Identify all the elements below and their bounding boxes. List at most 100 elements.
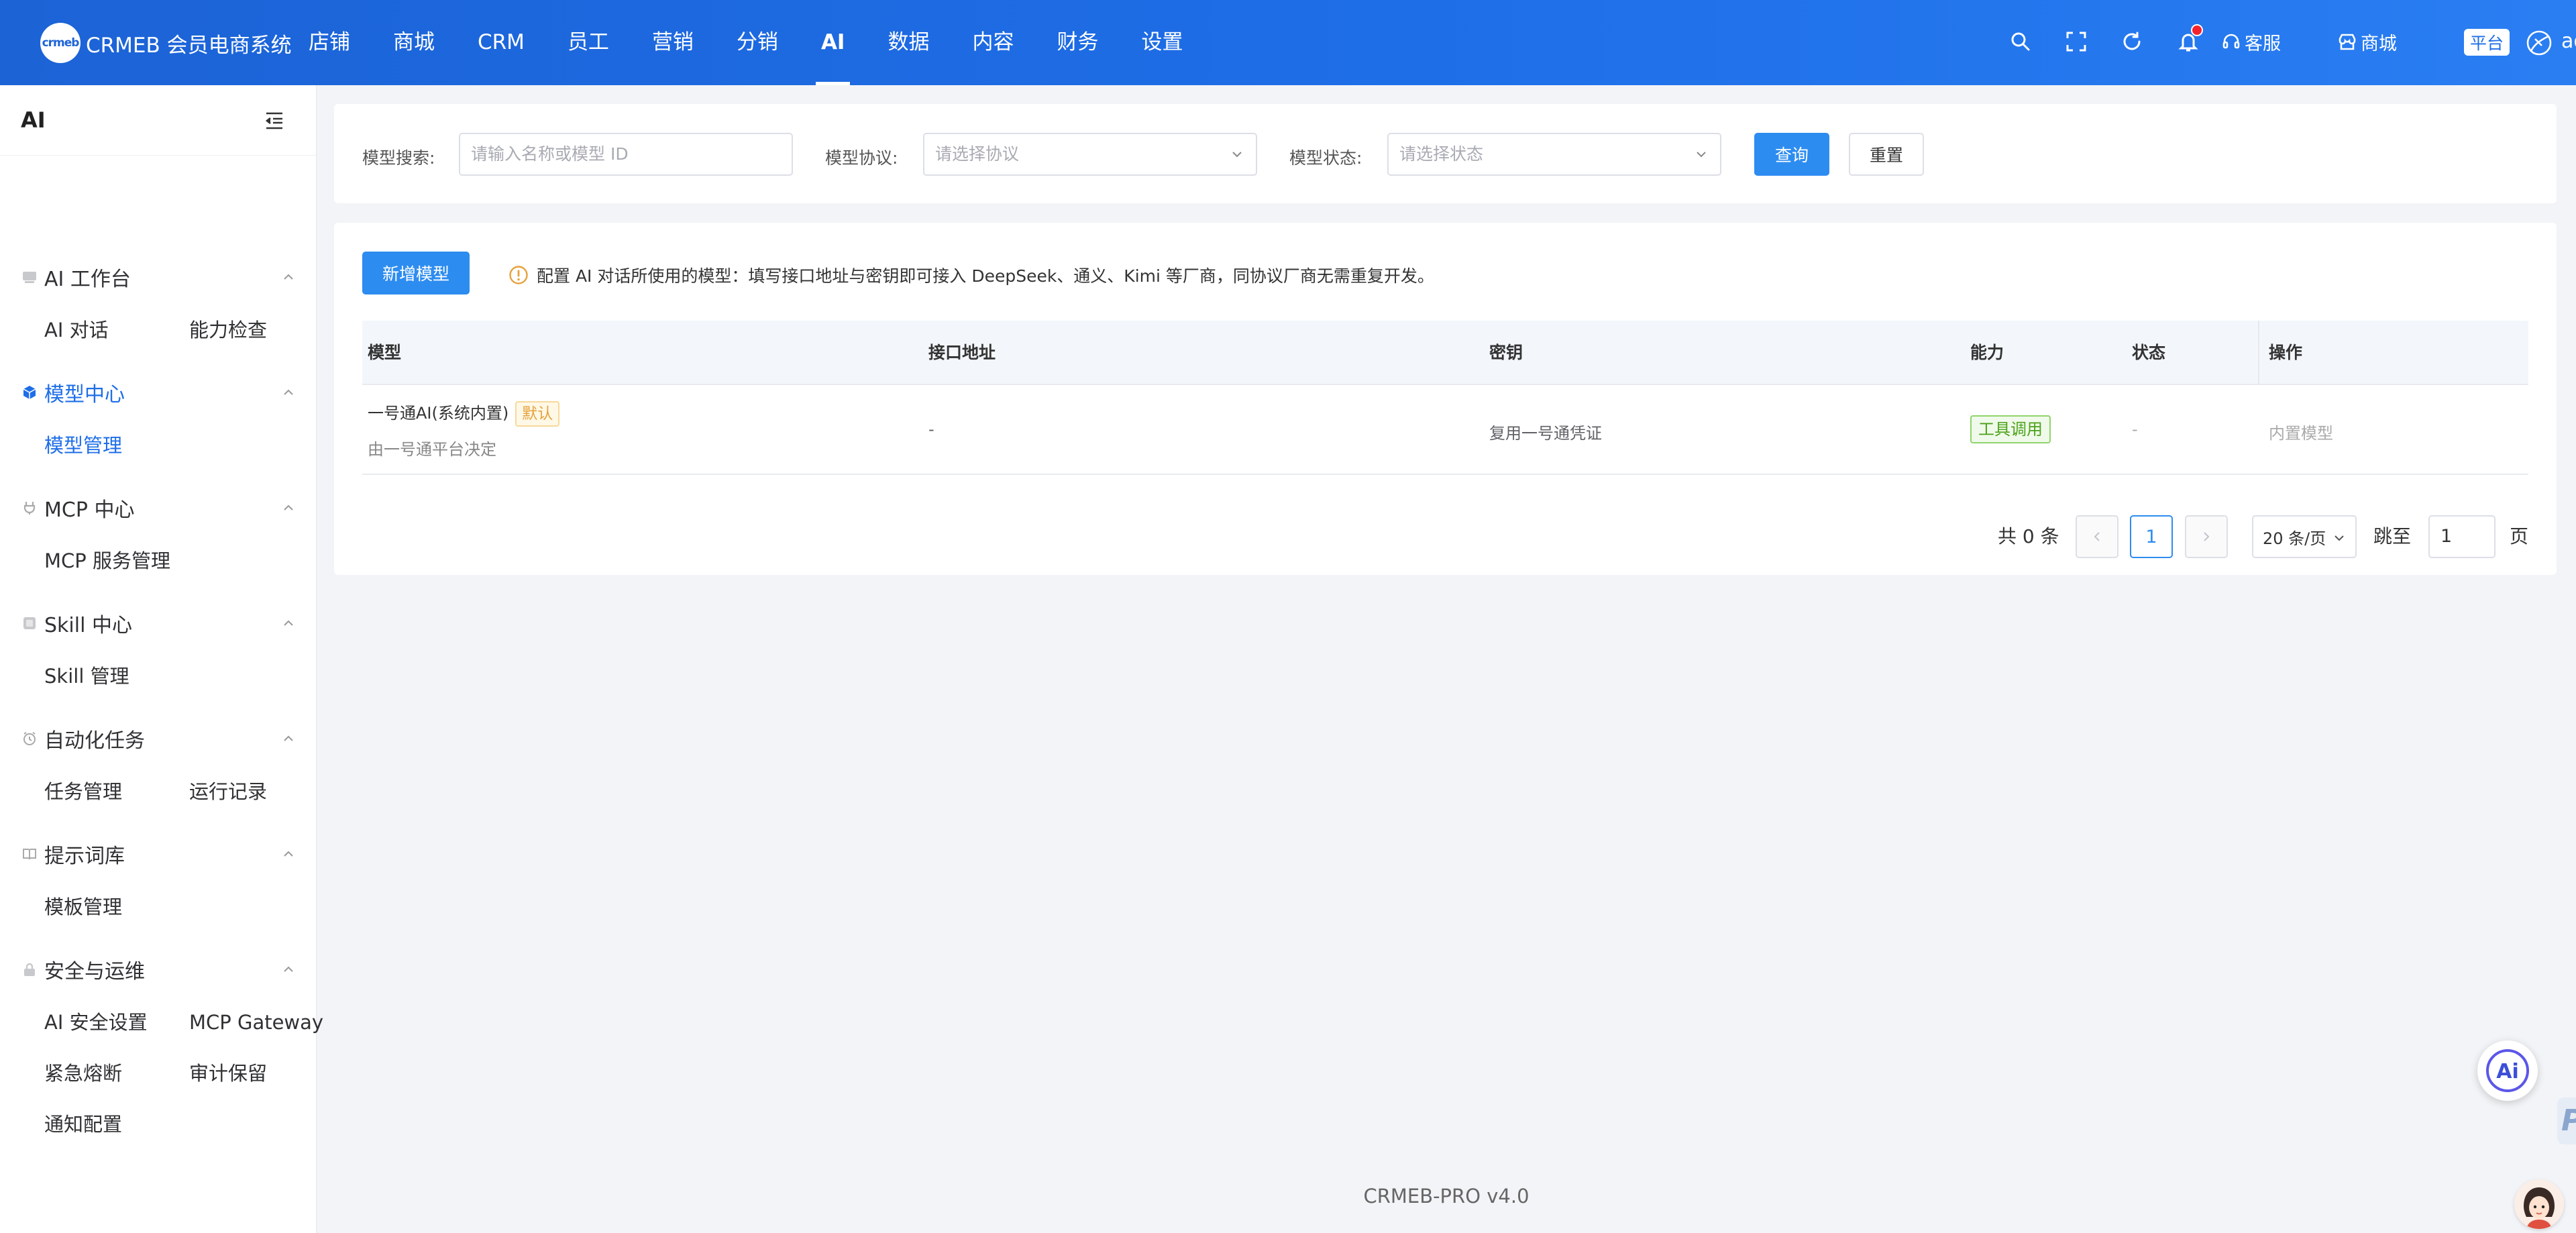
nav-shop[interactable]: 店铺 xyxy=(309,0,350,85)
ai-assistant-button[interactable]: Ai xyxy=(2477,1040,2538,1101)
chevron-left-icon xyxy=(2094,532,2100,541)
nav-staff[interactable]: 员工 xyxy=(568,0,609,85)
sidebar-item-skill-management[interactable]: Skill 管理 xyxy=(44,663,129,690)
nav-crm[interactable]: CRM xyxy=(478,0,525,85)
ability-tag: 工具调用 xyxy=(1970,415,2051,443)
version-footer: CRMEB-PRO v4.0 xyxy=(1363,1185,1529,1208)
sidebar-group-prompt-library[interactable]: 提示词库 xyxy=(21,839,297,869)
endpoint-cell: - xyxy=(928,420,934,439)
prev-page-button[interactable] xyxy=(2076,515,2118,558)
model-protocol-label: 模型协议: xyxy=(825,148,898,168)
add-model-button[interactable]: 新增模型 xyxy=(362,252,470,294)
sidebar-group-label: 提示词库 xyxy=(44,845,125,868)
sidebar-item-ai-chat[interactable]: AI 对话 xyxy=(44,317,109,343)
top-header: crmeb CRMEB 会员电商系统 店铺 商城 CRM 员工 营销 分销 AI… xyxy=(0,0,2576,85)
nav-finance[interactable]: 财务 xyxy=(1057,0,1098,85)
support-avatar[interactable] xyxy=(2514,1179,2564,1229)
column-header-model: 模型 xyxy=(368,343,402,362)
workbench-icon xyxy=(21,269,38,285)
customer-service-label: 客服 xyxy=(2245,33,2281,54)
nav-distribution[interactable]: 分销 xyxy=(737,0,778,85)
sidebar-group-model-center[interactable]: 模型中心 xyxy=(21,378,297,407)
page-number-button[interactable]: 1 xyxy=(2130,515,2173,558)
model-name-cell: 一号通AI(系统内置) 默认 xyxy=(368,400,560,427)
sidebar-item-run-records[interactable]: 运行记录 xyxy=(189,778,267,805)
sidebar-group-skill-center[interactable]: Skill 中心 xyxy=(21,608,297,638)
model-search-input[interactable]: 请输入名称或模型 ID xyxy=(459,133,793,176)
table-header: 模型 接口地址 密钥 能力 状态 操作 xyxy=(362,321,2528,385)
column-header-ability: 能力 xyxy=(1970,343,2004,362)
reset-button[interactable]: 重置 xyxy=(1849,133,1924,176)
search-panel: 模型搜索: 请输入名称或模型 ID 模型协议: 请选择协议 模型状态: 请选择状… xyxy=(334,104,2557,203)
nav-content[interactable]: 内容 xyxy=(972,0,1014,85)
lock-icon xyxy=(21,961,38,977)
sidebar-header: AI xyxy=(0,85,316,156)
store-icon xyxy=(2339,34,2356,50)
user-avatar-icon[interactable] xyxy=(2526,30,2553,56)
mall-link[interactable]: 商城 xyxy=(2338,28,2397,55)
sidebar-item-capability-check[interactable]: 能力检查 xyxy=(189,317,267,343)
sidebar-item-task-management[interactable]: 任务管理 xyxy=(44,778,122,805)
model-description: 由一号通平台决定 xyxy=(368,440,496,459)
nav-marketing[interactable]: 营销 xyxy=(652,0,694,85)
model-protocol-select[interactable]: 请选择协议 xyxy=(923,133,1257,176)
model-status-select[interactable]: 请选择状态 xyxy=(1387,133,1721,176)
next-page-button[interactable] xyxy=(2185,515,2228,558)
chevron-up-icon xyxy=(284,851,293,857)
header-tools: 客服 商城 平台 admin xyxy=(1972,0,2576,85)
sidebar-group-label: Skill 中心 xyxy=(44,614,132,637)
chevron-right-icon xyxy=(2204,532,2210,541)
nav-mall[interactable]: 商城 xyxy=(393,0,435,85)
chevron-down-icon xyxy=(2334,535,2344,541)
chevron-up-icon xyxy=(284,620,293,626)
model-list-panel: 新增模型 配置 AI 对话所使用的模型：填写接口地址与密钥即可接入 DeepSe… xyxy=(334,223,2557,575)
main-nav: 店铺 商城 CRM 员工 营销 分销 AI 数据 内容 财务 设置 xyxy=(309,0,1226,85)
sidebar-group-security-ops[interactable]: 安全与运维 xyxy=(21,955,297,984)
search-icon[interactable] xyxy=(2007,28,2034,55)
cube-icon xyxy=(21,384,38,400)
query-button[interactable]: 查询 xyxy=(1754,133,1829,176)
sidebar-item-notification-config[interactable]: 通知配置 xyxy=(44,1111,122,1138)
sidebar-item-mcp-gateway[interactable]: MCP Gateway xyxy=(189,1009,323,1036)
brand[interactable]: crmeb CRMEB 会员电商系统 xyxy=(40,23,292,63)
model-name: 一号通AI(系统内置) xyxy=(368,404,509,423)
chevron-down-icon xyxy=(1232,152,1242,158)
customer-service-link[interactable]: 客服 xyxy=(2222,28,2281,55)
ai-assistant-label: Ai xyxy=(2496,1060,2519,1083)
nav-ai[interactable]: AI xyxy=(816,0,850,85)
username[interactable]: admin xyxy=(2561,28,2576,55)
sidebar-group-automation[interactable]: 自动化任务 xyxy=(21,724,297,753)
info-notice: 配置 AI 对话所使用的模型：填写接口地址与密钥即可接入 DeepSeek、通义… xyxy=(508,263,1434,287)
sidebar-item-template-management[interactable]: 模板管理 xyxy=(44,894,122,920)
sidebar-group-mcp-center[interactable]: MCP 中心 xyxy=(21,493,297,523)
chevron-up-icon xyxy=(284,735,293,741)
nav-data[interactable]: 数据 xyxy=(888,0,929,85)
builtin-model-label: 内置模型 xyxy=(2269,424,2333,443)
column-divider xyxy=(2258,321,2259,385)
sidebar-group-ai-workbench[interactable]: AI 工作台 xyxy=(21,262,297,292)
fullscreen-icon[interactable] xyxy=(2063,28,2090,55)
notification-badge xyxy=(2191,24,2203,36)
menu-collapse-icon[interactable] xyxy=(264,111,285,131)
model-protocol-placeholder: 请选择协议 xyxy=(935,144,1020,164)
sidebar-title: AI xyxy=(21,107,46,133)
notification-bell-icon[interactable] xyxy=(2175,24,2203,55)
sidebar-item-ai-security[interactable]: AI 安全设置 xyxy=(44,1009,148,1036)
page-size-select[interactable]: 20 条/页 xyxy=(2252,515,2357,558)
column-header-action: 操作 xyxy=(2269,343,2303,362)
platform-switch[interactable]: 平台 xyxy=(2464,29,2510,56)
nav-settings[interactable]: 设置 xyxy=(1141,0,1183,85)
chevron-up-icon xyxy=(284,966,293,972)
column-header-secret: 密钥 xyxy=(1489,343,1523,362)
refresh-icon[interactable] xyxy=(2118,28,2145,55)
sidebar-item-model-management[interactable]: 模型管理 xyxy=(44,432,122,459)
model-status-label: 模型状态: xyxy=(1289,148,1362,168)
chevron-up-icon xyxy=(284,389,293,395)
sidebar-item-emergency-fuse[interactable]: 紧急熔断 xyxy=(44,1060,122,1087)
jump-page-input[interactable]: 1 xyxy=(2428,515,2496,558)
side-drawer-tab[interactable]: P xyxy=(2557,1097,2576,1144)
model-search-label: 模型搜索: xyxy=(362,148,435,168)
sidebar-item-mcp-services[interactable]: MCP 服务管理 xyxy=(44,547,170,574)
sidebar-item-audit-retention[interactable]: 审计保留 xyxy=(189,1060,267,1087)
support-agent-avatar-icon xyxy=(2514,1179,2564,1229)
